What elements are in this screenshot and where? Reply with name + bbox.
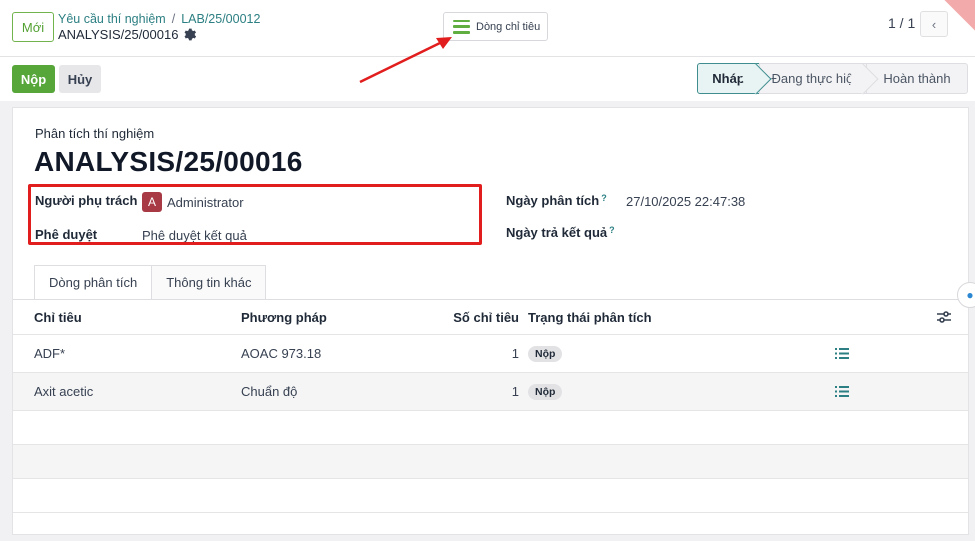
cell-method: Chuẩn độ xyxy=(241,384,298,399)
status-badge: Nộp xyxy=(528,345,563,362)
form-sheet: Phân tích thí nghiệm ANALYSIS/25/00016 N… xyxy=(12,107,969,535)
help-icon[interactable]: ? xyxy=(601,193,607,203)
record-name-line: ANALYSIS/25/00016 xyxy=(58,27,197,42)
cell-count: 1 xyxy=(511,384,519,399)
cancel-button[interactable]: Hủy xyxy=(59,65,101,93)
analysis-date-label: Ngày phân tích? xyxy=(506,193,607,208)
column-header-method[interactable]: Phương pháp xyxy=(241,300,327,334)
breadcrumb-parent-link[interactable]: Yêu cầu thí nghiệm xyxy=(58,12,166,26)
cell-method: AOAC 973.18 xyxy=(241,346,322,361)
cell-status: Nộp xyxy=(528,373,563,410)
pager-previous-button[interactable]: ‹ xyxy=(920,11,948,37)
column-header-count[interactable]: Số chỉ tiêu xyxy=(433,300,519,334)
tab-other-info[interactable]: Thông tin khác xyxy=(152,265,267,299)
highlight-annotation-box xyxy=(28,184,482,245)
stage-draft[interactable]: Nháp xyxy=(697,63,772,95)
chevron-left-icon: ‹ xyxy=(931,16,937,32)
breadcrumb-separator: / xyxy=(171,12,176,26)
tab-analysis-lines[interactable]: Dòng phân tích xyxy=(34,265,153,299)
analysis-date-field[interactable]: 27/10/2025 22:47:38 xyxy=(626,194,745,209)
empty-row xyxy=(13,479,968,513)
table-row[interactable]: Axit acetic Chuẩn độ 1 Nộp xyxy=(13,373,968,411)
cell-count: 1 xyxy=(511,346,519,361)
column-header-status[interactable]: Trạng thái phân tích xyxy=(528,300,652,334)
cell-indicator: ADF* xyxy=(34,346,66,361)
stage-in-progress[interactable]: Đang thực hiện xyxy=(759,63,879,95)
submit-button[interactable]: Nộp xyxy=(12,65,55,93)
indicator-lines-button[interactable]: Dòng chỉ tiêu xyxy=(443,12,548,41)
breadcrumb: Yêu cầu thí nghiệm / LAB/25/00012 xyxy=(58,12,260,26)
help-icon[interactable]: ? xyxy=(609,225,615,235)
cell-indicator: Axit acetic xyxy=(34,384,94,399)
row-detail-button[interactable] xyxy=(835,373,849,410)
stage-done[interactable]: Hoàn thành xyxy=(866,63,968,94)
breadcrumb-current-link[interactable]: LAB/25/00012 xyxy=(181,12,260,26)
analysis-lines-table: Chỉ tiêu Phương pháp Số chỉ tiêu Trạng t… xyxy=(13,300,968,513)
row-detail-button[interactable] xyxy=(835,335,849,372)
empty-row xyxy=(13,411,968,445)
list-icon xyxy=(835,386,849,397)
status-badge: Nộp xyxy=(528,383,563,400)
notebook-tabs: Dòng phân tích Thông tin khác xyxy=(34,265,267,299)
list-icon xyxy=(835,348,849,359)
control-panel: Mới Yêu cầu thí nghiệm / LAB/25/00012 ANAL… xyxy=(0,0,975,57)
stage-pipeline: Nháp Đang thực hiện Hoàn thành xyxy=(697,63,968,95)
form-model-label: Phân tích thí nghiệm xyxy=(35,126,155,141)
indicator-lines-label: Dòng chỉ tiêu xyxy=(476,20,541,33)
table-row[interactable]: ADF* AOAC 973.18 1 Nộp xyxy=(13,335,968,373)
column-header-indicator[interactable]: Chỉ tiêu xyxy=(34,300,82,334)
new-button[interactable]: Mới xyxy=(12,12,54,42)
page-title: ANALYSIS/25/00016 xyxy=(34,146,303,177)
table-header: Chỉ tiêu Phương pháp Số chỉ tiêu Trạng t… xyxy=(13,300,968,335)
record-name: ANALYSIS/25/00016 xyxy=(58,27,179,42)
stage-done-label: Hoàn thành xyxy=(883,71,951,86)
menu-icon xyxy=(453,19,470,34)
column-settings-icon[interactable] xyxy=(937,300,951,334)
empty-row xyxy=(13,445,968,479)
pager-value[interactable]: 1 / 1 xyxy=(888,15,915,31)
result-date-label: Ngày trả kết quả? xyxy=(506,225,615,240)
cell-status: Nộp xyxy=(528,335,563,372)
status-bar: Nộp Hủy Nháp Đang thực hiện Hoàn thành xyxy=(0,57,975,101)
gear-icon[interactable] xyxy=(183,28,197,41)
